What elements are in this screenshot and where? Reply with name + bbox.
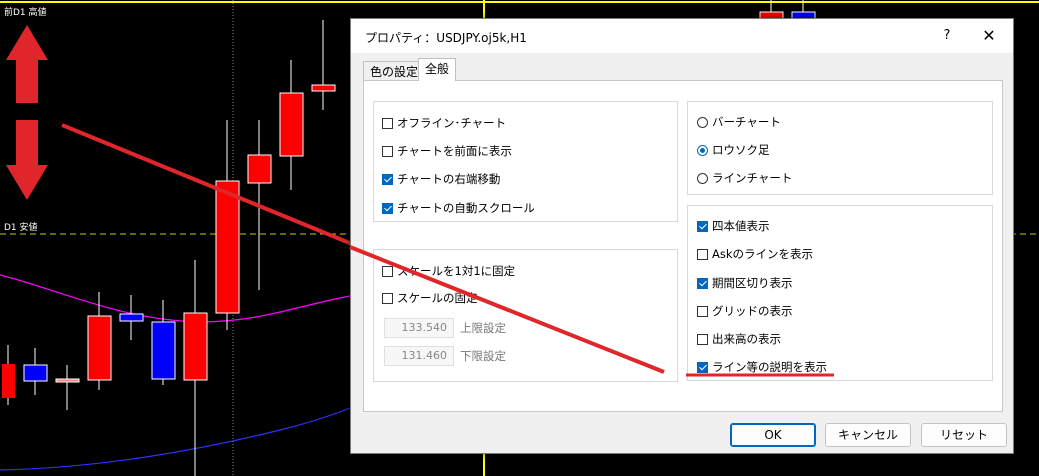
checkbox-box-checked — [697, 278, 708, 289]
ok-button[interactable]: OK — [730, 423, 816, 447]
checkbox-box — [697, 249, 708, 260]
chart-foreground-checkbox[interactable]: チャートを前面に表示 — [382, 143, 512, 159]
double-arrow-annotation — [6, 25, 48, 200]
object-descriptions-checkbox[interactable]: ライン等の説明を表示 — [697, 359, 827, 375]
checkbox-box — [697, 334, 708, 345]
tab-color-settings[interactable]: 色の設定 — [363, 61, 426, 81]
scale-fix-1to1-checkbox[interactable]: スケールを1対1に固定 — [382, 263, 515, 279]
radio-circle — [697, 117, 708, 128]
scale-max-input[interactable]: 133.540 — [384, 318, 454, 338]
d1-level-label: D1 安値 — [4, 223, 38, 233]
checkbox-box — [382, 266, 393, 277]
properties-dialog: プロパティ：USDJPY.oj5k,H1 ? ✕ 色の設定 全般 オフライン･チ… — [350, 18, 1014, 454]
scale-fix-checkbox[interactable]: スケールの固定 — [382, 290, 478, 306]
ask-line-checkbox[interactable]: Askのラインを表示 — [697, 246, 813, 262]
checkbox-box — [382, 146, 393, 157]
chart-options-group: オフライン･チャート チャートを前面に表示 チャートの右端移動 チャートの自動ス… — [373, 101, 678, 222]
display-options-group: 四本値表示 Askのラインを表示 期間区切り表示 グリッドの表示 出来高の表示 … — [687, 205, 993, 381]
offline-chart-checkbox[interactable]: オフライン･チャート — [382, 115, 506, 131]
period-separators-checkbox[interactable]: 期間区切り表示 — [697, 275, 793, 291]
prev-high-label: 前D1 高値 — [4, 8, 47, 18]
checkbox-box-checked — [382, 174, 393, 185]
candlestick-radio[interactable]: ロウソク足 — [697, 142, 770, 158]
checkbox-box — [382, 118, 393, 129]
ohlc-display-checkbox[interactable]: 四本値表示 — [697, 218, 770, 234]
radio-circle — [697, 173, 708, 184]
radio-circle-selected — [697, 145, 708, 156]
checkbox-box — [697, 306, 708, 317]
close-icon[interactable]: ✕ — [979, 26, 999, 46]
grid-display-checkbox[interactable]: グリッドの表示 — [697, 303, 793, 319]
auto-scroll-checkbox[interactable]: チャートの自動スクロール — [382, 200, 535, 216]
cancel-button[interactable]: キャンセル — [825, 423, 911, 447]
bar-chart-radio[interactable]: バーチャート — [697, 114, 781, 130]
checkbox-box-checked — [382, 203, 393, 214]
dialog-titlebar[interactable]: プロパティ：USDJPY.oj5k,H1 ? ✕ — [351, 19, 1013, 53]
scale-options-group: スケールを1対1に固定 スケールの固定 133.540 上限設定 131.460… — [373, 249, 678, 382]
checkbox-box-checked — [697, 221, 708, 232]
chart-type-group: バーチャート ロウソク足 ラインチャート — [687, 101, 993, 195]
scale-min-label: 下限設定 — [460, 349, 506, 363]
scale-max-label: 上限設定 — [460, 321, 506, 335]
tab-general[interactable]: 全般 — [418, 58, 457, 81]
scale-min-input[interactable]: 131.460 — [384, 346, 454, 366]
dialog-title: プロパティ：USDJPY.oj5k,H1 — [365, 31, 527, 45]
line-chart-radio[interactable]: ラインチャート — [697, 170, 792, 186]
help-icon[interactable]: ? — [937, 26, 957, 46]
volume-display-checkbox[interactable]: 出来高の表示 — [697, 331, 781, 347]
reset-button[interactable]: リセット — [921, 423, 1007, 447]
blue-moving-average — [0, 407, 351, 471]
general-tab-panel: オフライン･チャート チャートを前面に表示 チャートの右端移動 チャートの自動ス… — [363, 80, 1003, 412]
checkbox-box — [382, 293, 393, 304]
magenta-moving-average — [0, 274, 351, 323]
chart-shift-checkbox[interactable]: チャートの右端移動 — [382, 171, 500, 187]
checkbox-box-checked — [697, 362, 708, 373]
